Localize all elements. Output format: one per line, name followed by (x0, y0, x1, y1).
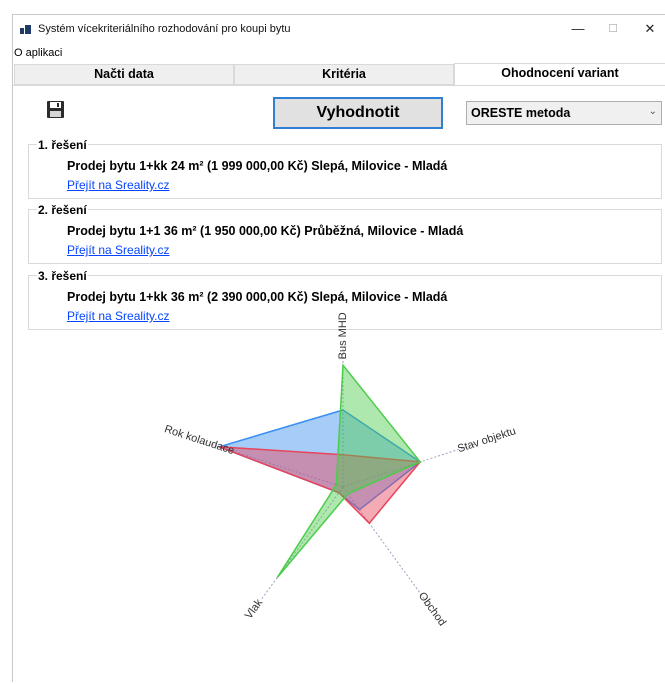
minimize-button[interactable]: — (563, 18, 593, 40)
axis-label: Obchod (416, 590, 448, 628)
axis-label: Stav objektu (456, 425, 517, 455)
maximize-button[interactable]: ☐ (598, 18, 628, 40)
axis-label: Bus MHD (337, 312, 349, 359)
app-icon (20, 25, 31, 34)
app-window: Systém vícekriteriálního rozhodování pro… (12, 14, 665, 682)
tab-strip: Načti data Kritéria Ohodnocení variant (13, 63, 665, 86)
title-bar: Systém vícekriteriálního rozhodování pro… (13, 15, 665, 45)
axis-label: Rok kolaudace (163, 423, 236, 457)
menu-about[interactable]: O aplikaci (13, 47, 63, 59)
menu-bar: O aplikaci (13, 45, 665, 63)
radar-chart: Bus MHD Stav objektu Obchod Vlak Rok kolauda… (163, 312, 518, 628)
evaluation-panel: Vyhodnotit ORESTE metoda ⌄ 1. řešení Pro… (13, 85, 665, 684)
tab-evaluation[interactable]: Ohodnocení variant (454, 63, 665, 86)
close-button[interactable]: ✕ (635, 18, 665, 40)
tab-load-data[interactable]: Načti data (14, 64, 234, 85)
tab-criteria[interactable]: Kritéria (234, 64, 454, 85)
window-title: Systém vícekriteriálního rozhodování pro… (38, 23, 291, 35)
axis-label: Vlak (243, 597, 266, 622)
